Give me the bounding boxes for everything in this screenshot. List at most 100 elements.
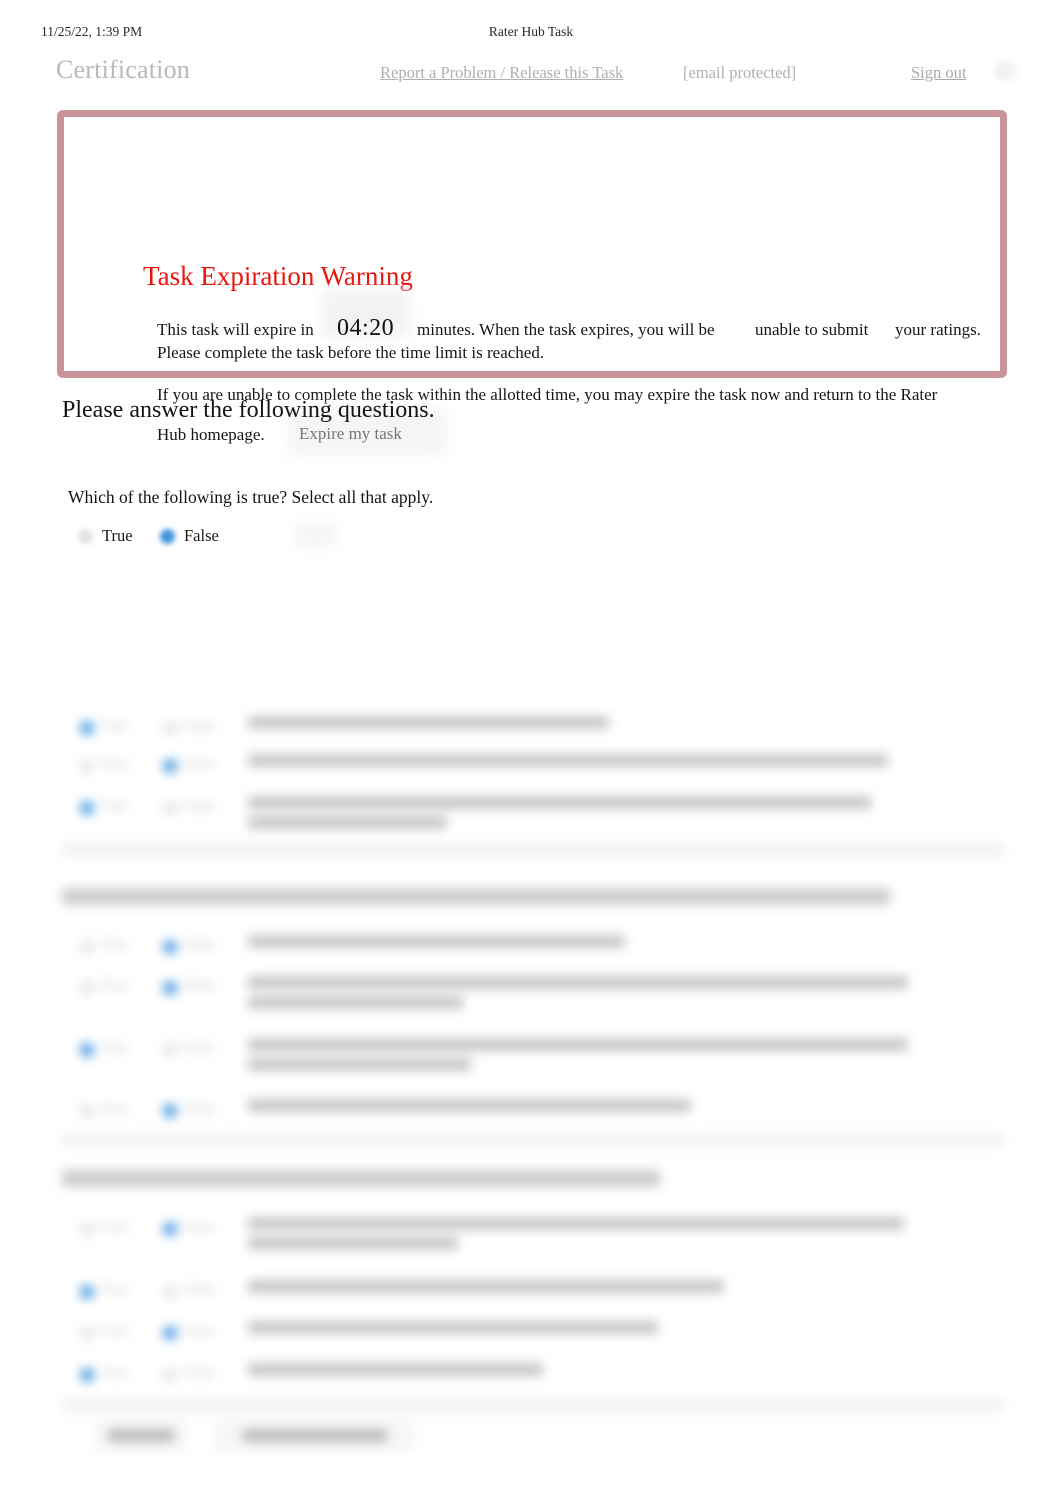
radio-true-icon[interactable] xyxy=(80,721,94,735)
task-expiration-warning-content: Task Expiration Warning This task will e… xyxy=(57,110,1007,456)
redacted-questions-region: True False True False True False True False True… xyxy=(0,688,1062,1468)
user-avatar-icon[interactable] xyxy=(994,60,1016,82)
warning-text-line-4: Hub homepage. xyxy=(157,425,265,444)
brand-certification: Certification xyxy=(56,55,190,84)
radio-true-icon[interactable] xyxy=(80,1326,94,1340)
option-false-label: False xyxy=(183,756,215,772)
statement-text xyxy=(248,1038,948,1078)
option-false-label: False xyxy=(183,718,215,734)
radio-true-icon[interactable] xyxy=(80,1368,94,1382)
radio-true-icon[interactable] xyxy=(80,981,94,995)
radio-true-icon[interactable] xyxy=(80,1285,94,1299)
option-true-label: True xyxy=(100,937,128,953)
warning-text-line-2: Please complete the task before the time… xyxy=(157,343,545,362)
table-row[interactable]: True False xyxy=(0,1032,1000,1072)
section-separator xyxy=(62,1398,1004,1412)
statement-text xyxy=(248,976,948,1016)
warning-text-emphasis: unable to submit xyxy=(755,320,869,339)
expire-my-task-button[interactable]: Expire my task xyxy=(299,424,402,444)
table-row[interactable]: True False xyxy=(0,1274,1000,1314)
radio-false-icon[interactable] xyxy=(163,981,177,995)
radio-false-icon[interactable] xyxy=(163,1285,177,1299)
warning-text-part-3: your ratings. xyxy=(895,320,981,339)
radio-false-icon[interactable] xyxy=(163,1104,177,1118)
document-title: Rater Hub Task xyxy=(488,24,574,39)
secondary-button[interactable] xyxy=(215,1418,415,1452)
section-separator xyxy=(62,843,1004,857)
radio-false-icon[interactable] xyxy=(163,1043,177,1057)
option-true-label: True xyxy=(100,756,128,772)
table-row[interactable]: True False xyxy=(0,1315,1000,1355)
option-false-label: False xyxy=(183,1365,215,1381)
table-row[interactable]: True False xyxy=(0,1211,1000,1251)
radio-false-icon[interactable] xyxy=(163,1326,177,1340)
table-row[interactable]: True False xyxy=(0,929,1000,969)
statement-text xyxy=(248,754,948,774)
statement-text xyxy=(248,1363,948,1383)
option-false[interactable]: False xyxy=(160,526,219,546)
countdown-timer: 04:20 xyxy=(337,315,395,341)
warning-text-part-1: This task will expire in xyxy=(157,320,314,339)
table-row[interactable]: True False xyxy=(0,790,1000,830)
radio-false-icon[interactable] xyxy=(163,801,177,815)
option-false-label: False xyxy=(184,526,219,545)
radio-true-icon[interactable] xyxy=(80,801,94,815)
table-row[interactable]: True False xyxy=(0,710,1000,750)
radio-false-icon[interactable] xyxy=(160,528,175,544)
option-false-label: False xyxy=(183,1219,215,1235)
option-false-label: False xyxy=(183,1101,215,1117)
option-false-label: False xyxy=(183,1040,215,1056)
question-prompt: Which of the following is true? Select a… xyxy=(68,487,434,507)
submit-button[interactable] xyxy=(95,1418,187,1452)
option-true-label: True xyxy=(100,798,128,814)
statement-text xyxy=(248,1099,948,1119)
option-true-label: True xyxy=(100,1219,128,1235)
option-true-label: True xyxy=(100,978,128,994)
option-true-label: True xyxy=(100,1323,128,1339)
option-true-label: True xyxy=(100,1365,128,1381)
statement-text xyxy=(248,1280,948,1300)
radio-true-icon[interactable] xyxy=(80,1222,94,1236)
warning-text-part-2: minutes. When the task expires, you will… xyxy=(417,320,715,339)
table-row[interactable]: True False xyxy=(0,1357,1000,1397)
report-a-problem-link[interactable]: Report a Problem / Release this Task xyxy=(380,63,623,83)
warning-title: Task Expiration Warning xyxy=(143,261,413,291)
statement-text xyxy=(248,796,948,836)
print-header: 11/25/22, 1:39 PM Rater Hub Task xyxy=(0,24,1062,44)
table-row[interactable]: True False xyxy=(0,748,1000,788)
option-row-redacted-region xyxy=(294,522,336,548)
radio-true-icon[interactable] xyxy=(78,528,93,544)
radio-true-icon[interactable] xyxy=(80,940,94,954)
page-instructions: Please answer the following questions. xyxy=(62,397,435,423)
statement-text xyxy=(248,1217,948,1257)
table-row[interactable]: True False xyxy=(0,970,1000,1010)
option-false-label: False xyxy=(183,1282,215,1298)
site-navigation-bar: Certification Report a Problem / Release… xyxy=(0,55,1062,102)
section-separator xyxy=(62,1133,1004,1147)
radio-true-icon[interactable] xyxy=(80,759,94,773)
table-row[interactable]: True False xyxy=(0,1093,1000,1133)
option-true-label: True xyxy=(102,526,133,545)
option-false-label: False xyxy=(183,1323,215,1339)
radio-false-icon[interactable] xyxy=(163,721,177,735)
option-false-label: False xyxy=(183,798,215,814)
radio-false-icon[interactable] xyxy=(163,1368,177,1382)
option-true-label: True xyxy=(100,1282,128,1298)
sign-out-link[interactable]: Sign out xyxy=(911,63,966,83)
radio-false-icon[interactable] xyxy=(163,1222,177,1236)
radio-true-icon[interactable] xyxy=(80,1104,94,1118)
option-true-label: True xyxy=(100,1040,128,1056)
statement-text xyxy=(248,716,948,736)
radio-true-icon[interactable] xyxy=(80,1043,94,1057)
account-email: [email protected] xyxy=(683,63,797,82)
statement-text xyxy=(248,1321,948,1341)
option-true-label: True xyxy=(100,1101,128,1117)
radio-false-icon[interactable] xyxy=(163,759,177,773)
radio-false-icon[interactable] xyxy=(163,940,177,954)
redaction-fade-overlay xyxy=(0,688,1062,714)
option-true-label: True xyxy=(100,718,128,734)
statement-text xyxy=(248,935,948,955)
option-true[interactable]: True xyxy=(78,526,133,546)
option-false-label: False xyxy=(183,978,215,994)
option-false-label: False xyxy=(183,937,215,953)
